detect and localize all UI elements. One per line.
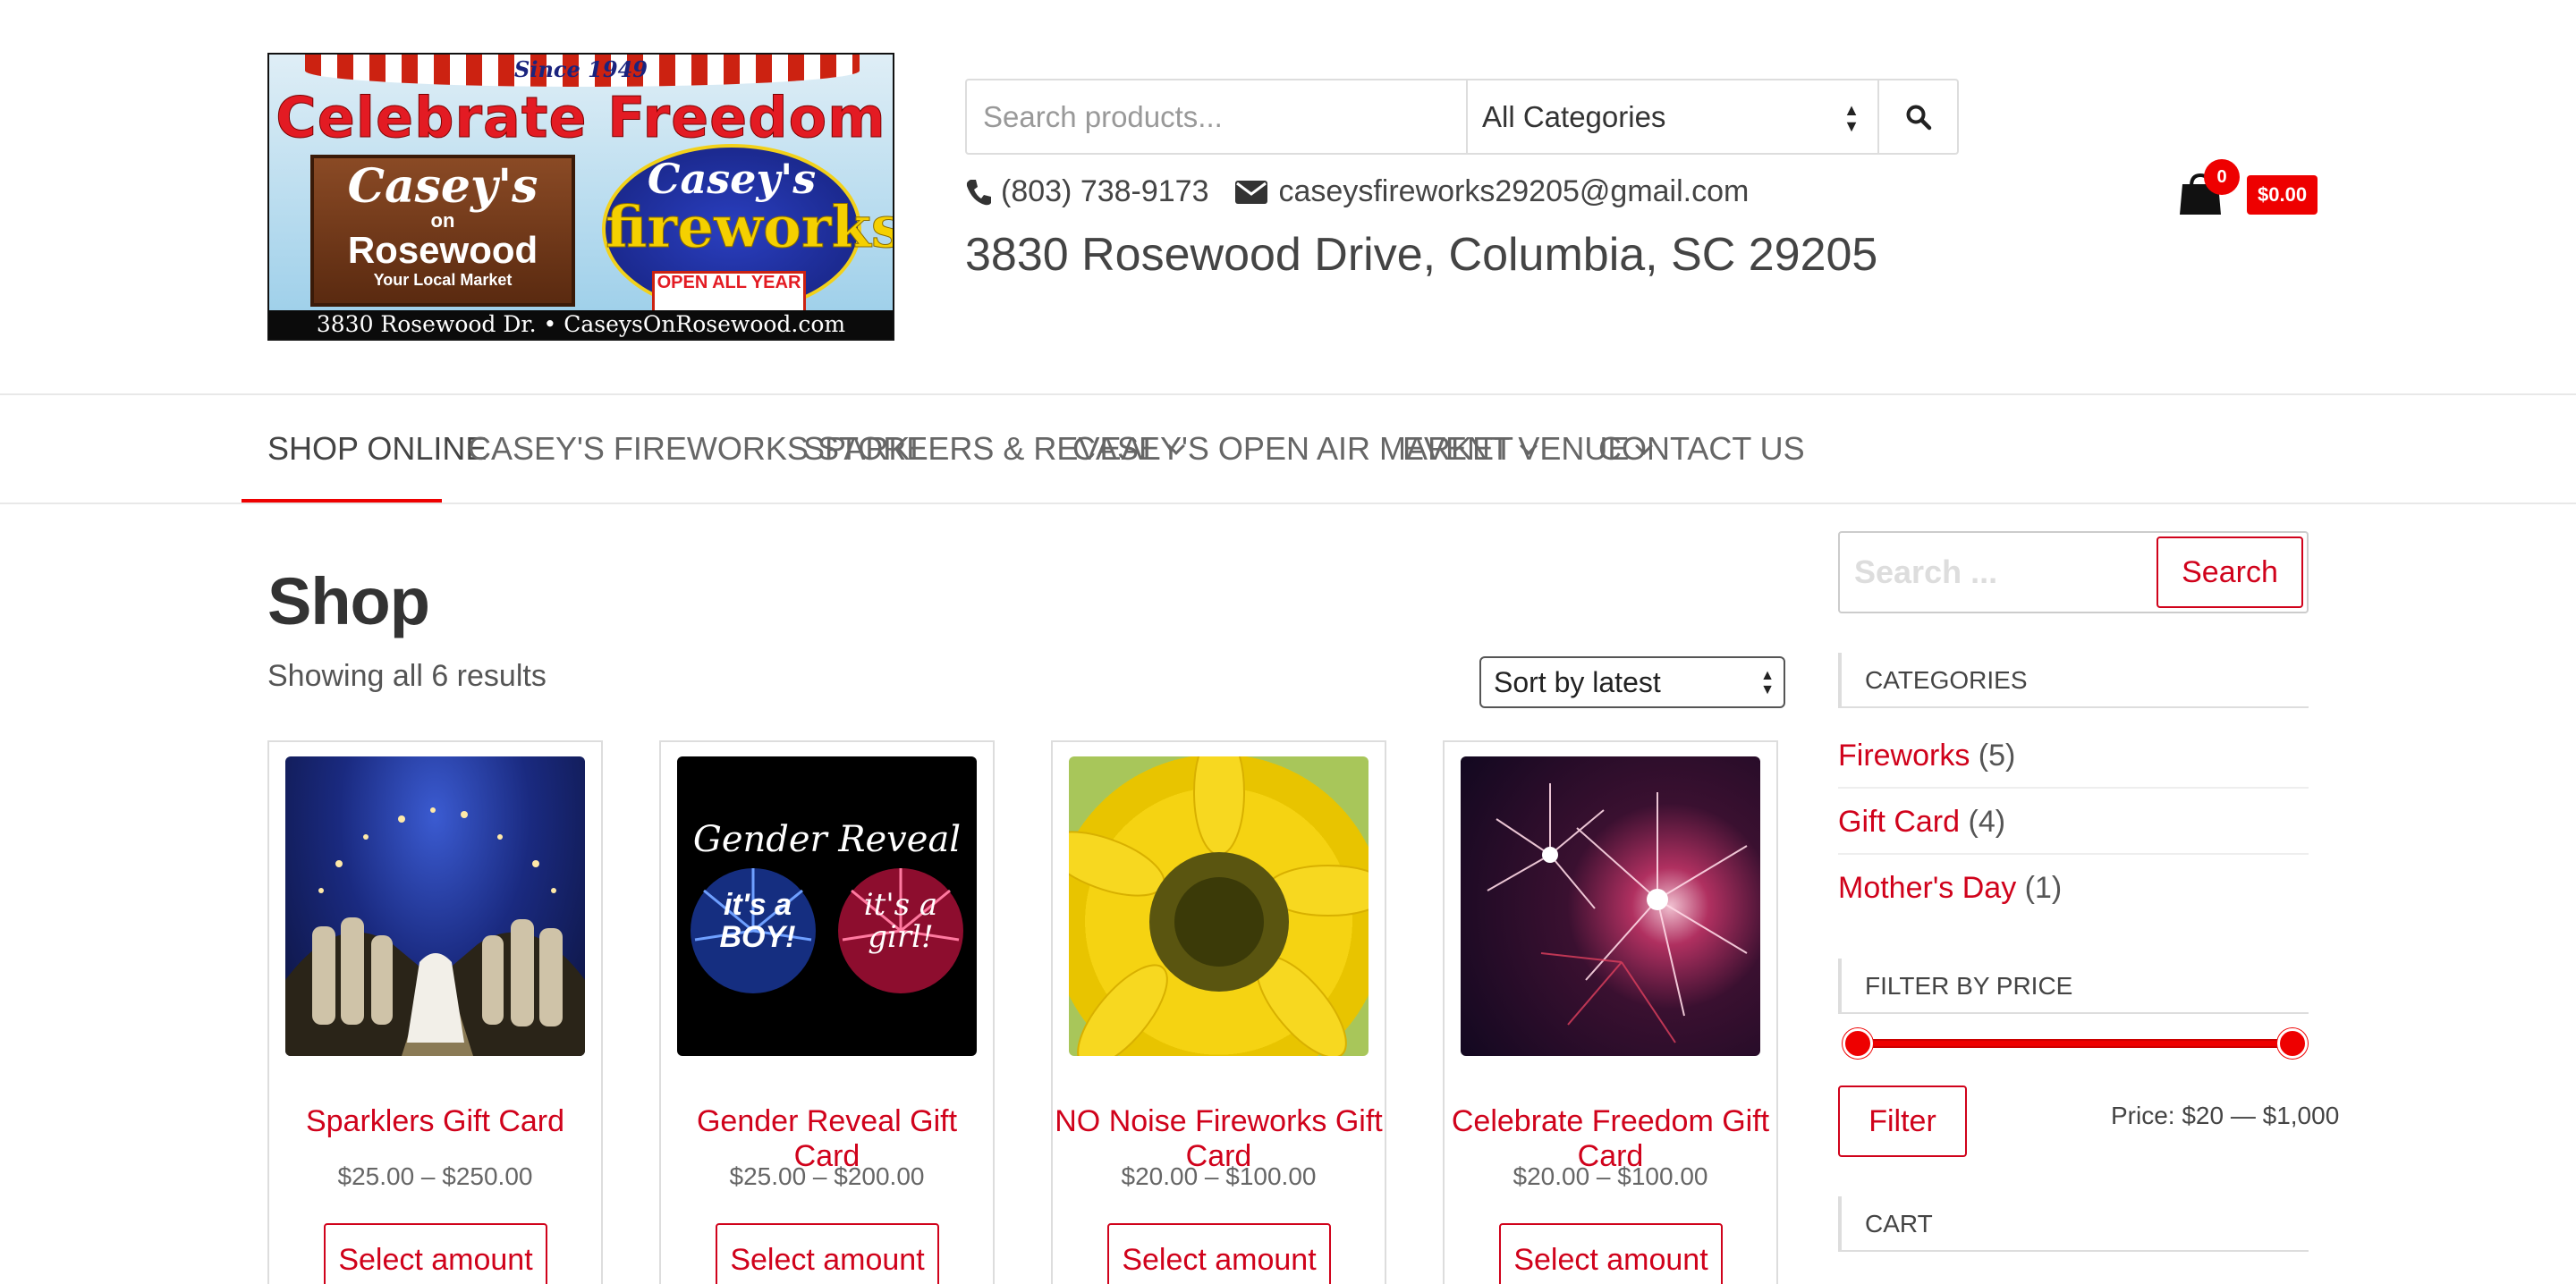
category-link[interactable]: Gift Card [1838, 805, 1960, 839]
store-address: 3830 Rosewood Drive, Columbia, SC 29205 [965, 229, 1878, 281]
categories-widget-title: CATEGORIES [1838, 653, 2309, 708]
fireworks-photo [1487, 783, 1748, 1043]
price-slider-min-handle[interactable] [1843, 1028, 1873, 1059]
sort-select-value: Sort by latest [1494, 666, 1661, 698]
product-card: Sparklers Gift Card $25.00 – $250.00 Sel… [267, 740, 603, 1284]
main-navigation: SHOP ONLINE CASEY'S FIREWORKS STORE SPAR… [0, 393, 2576, 504]
sparklers-photo [285, 807, 585, 1056]
category-item: Mother's Day (1) [1838, 855, 2309, 921]
email-address: caseysfireworks29205@gmail.com [1278, 174, 1750, 208]
phone-link[interactable]: (803) 738-9173 [965, 174, 1209, 209]
nav-active-underline [242, 499, 442, 503]
product-search-form: Search products... All Categories ▲ ▼ [965, 79, 1959, 155]
logo-headline: Celebrate Freedom [275, 85, 886, 151]
category-count: (5) [1978, 739, 2016, 773]
category-count: (1) [2024, 871, 2063, 905]
product-image-fireworks[interactable] [1461, 756, 1760, 1056]
category-item: Fireworks (5) [1838, 722, 2309, 789]
sunflower-photo [1069, 756, 1368, 1056]
select-amount-button[interactable]: Select amount [716, 1223, 939, 1284]
category-select-value: All Categories [1482, 100, 1666, 133]
nav-shop-online-label: SHOP ONLINE [267, 430, 487, 467]
logo-rosewood-line4: Your Local Market [373, 271, 513, 289]
select-arrows-icon: ▲ ▼ [1760, 668, 1775, 697]
sidebar-search-input[interactable]: Search ... [1854, 533, 1997, 612]
search-icon [1906, 105, 1931, 130]
product-card: Celebrate Freedom Gift Card $20.00 – $10… [1443, 740, 1778, 1284]
price-slider-max-handle[interactable] [2277, 1028, 2308, 1059]
select-arrows-icon: ▲ ▼ [1843, 101, 1860, 135]
nav-contact-us[interactable]: CONTACT US [1598, 395, 1805, 503]
gender-reveal-girl-text: it's a girl! [863, 887, 938, 955]
logo-rosewood-line1: Casey's [347, 159, 538, 214]
envelope-icon [1234, 180, 1267, 204]
sidebar-search-form: Search ... Search [1838, 531, 2309, 613]
logo-open-badge: OPEN ALL YEAR [652, 271, 806, 314]
sidebar-search-button[interactable]: Search [2157, 536, 2303, 608]
phone-number: (803) 738-9173 [1001, 174, 1209, 208]
product-price: $20.00 – $100.00 [1121, 1162, 1317, 1190]
select-amount-button[interactable]: Select amount [324, 1223, 547, 1284]
contact-info: (803) 738-9173 caseysfireworks29205@gmai… [965, 174, 1749, 209]
category-link[interactable]: Fireworks [1838, 739, 1970, 773]
category-count: (4) [1968, 805, 2006, 839]
category-select[interactable]: All Categories ▲ ▼ [1468, 80, 1879, 153]
filter-widget-title: FILTER BY PRICE [1838, 959, 2309, 1014]
product-card: Gender Reveal it's a BOY! it's a girl! G… [659, 740, 995, 1284]
filter-button[interactable]: Filter [1838, 1085, 1967, 1157]
product-search-input[interactable]: Search products... [967, 80, 1468, 153]
product-image-sparklers[interactable] [285, 756, 585, 1056]
logo-rosewood-line3: Rosewood [347, 229, 538, 271]
sort-select[interactable]: Sort by latest ▲ ▼ [1479, 656, 1785, 708]
gender-reveal-boy-text: it's a BOY! [719, 888, 796, 954]
product-price: $20.00 – $100.00 [1513, 1162, 1708, 1190]
cart-total-badge: $0.00 [2247, 175, 2318, 215]
price-range-label: Price: $20 — $1,000 [2111, 1102, 2340, 1129]
product-price: $25.00 – $250.00 [337, 1162, 533, 1190]
nav-contact-us-label: CONTACT US [1598, 430, 1805, 467]
category-link[interactable]: Mother's Day [1838, 871, 2016, 905]
nav-event-venue-label: EVENT VENUE [1402, 430, 1630, 467]
product-search-button[interactable] [1879, 80, 1957, 153]
logo-rosewood-sign: Casey's on Rosewood Your Local Market [310, 155, 575, 307]
product-card: NO Noise Fireworks Gift Card $20.00 – $1… [1051, 740, 1386, 1284]
email-link[interactable]: caseysfireworks29205@gmail.com [1234, 174, 1750, 209]
price-range-slider [1843, 1028, 2308, 1059]
select-amount-button[interactable]: Select amount [1499, 1223, 1723, 1284]
price-slider-track [1855, 1039, 2295, 1048]
product-title[interactable]: Sparklers Gift Card [269, 1104, 601, 1139]
site-logo[interactable]: Since 1949 Celebrate Freedom Casey's on … [267, 53, 894, 341]
product-image-gender-reveal[interactable]: Gender Reveal it's a BOY! it's a girl! [677, 756, 977, 1056]
nav-shop-online[interactable]: SHOP ONLINE [267, 395, 487, 503]
select-amount-button[interactable]: Select amount [1107, 1223, 1331, 1284]
page-title: Shop [267, 564, 430, 638]
gender-reveal-image-title: Gender Reveal [692, 819, 962, 860]
logo-fireworks-line2: fireworks [606, 194, 894, 261]
cart-count-badge: 0 [2204, 159, 2240, 195]
category-item: Gift Card (4) [1838, 789, 2309, 855]
cart-widget-title: CART [1838, 1196, 2309, 1252]
logo-rosewood-line2: on [430, 209, 455, 232]
phone-icon [966, 179, 991, 205]
logo-since: Since 1949 [514, 56, 648, 82]
product-image-sunflower[interactable] [1069, 756, 1368, 1056]
logo-bottom-bar: 3830 Rosewood Dr. • CaseysOnRosewood.com [269, 310, 893, 339]
product-price: $25.00 – $200.00 [729, 1162, 925, 1190]
results-count: Showing all 6 results [267, 659, 547, 693]
